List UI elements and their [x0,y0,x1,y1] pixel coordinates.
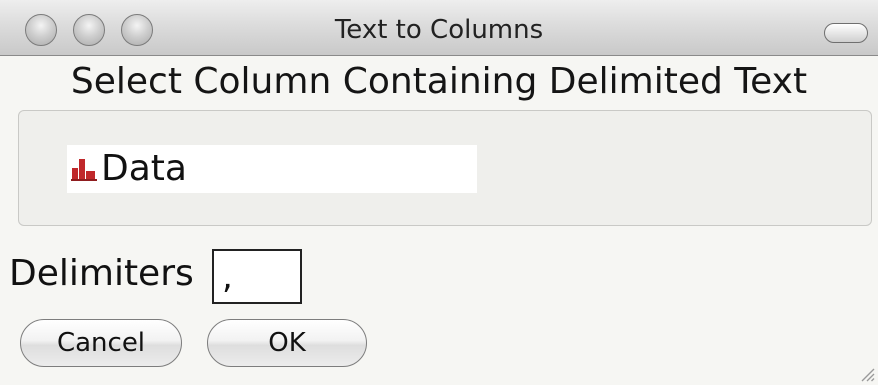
resize-grip-icon[interactable] [857,364,875,382]
window-title: Text to Columns [334,15,544,45]
title-bar[interactable]: Text to Columns [0,0,878,56]
text-to-columns-window: Text to Columns Select Column Containing… [0,0,878,385]
dialog-heading: Select Column Containing Delimited Text [70,61,808,102]
ok-button[interactable]: OK [207,319,367,367]
delimiters-label: Delimiters [9,253,194,294]
column-label: Data [101,148,187,189]
delimiters-field[interactable] [212,249,302,304]
column-list[interactable]: Data [18,110,872,226]
cancel-button[interactable]: Cancel [20,319,182,367]
column-list-item[interactable]: Data [67,145,477,193]
toolbar-toggle-button[interactable] [824,23,868,43]
column-icon [69,153,99,185]
